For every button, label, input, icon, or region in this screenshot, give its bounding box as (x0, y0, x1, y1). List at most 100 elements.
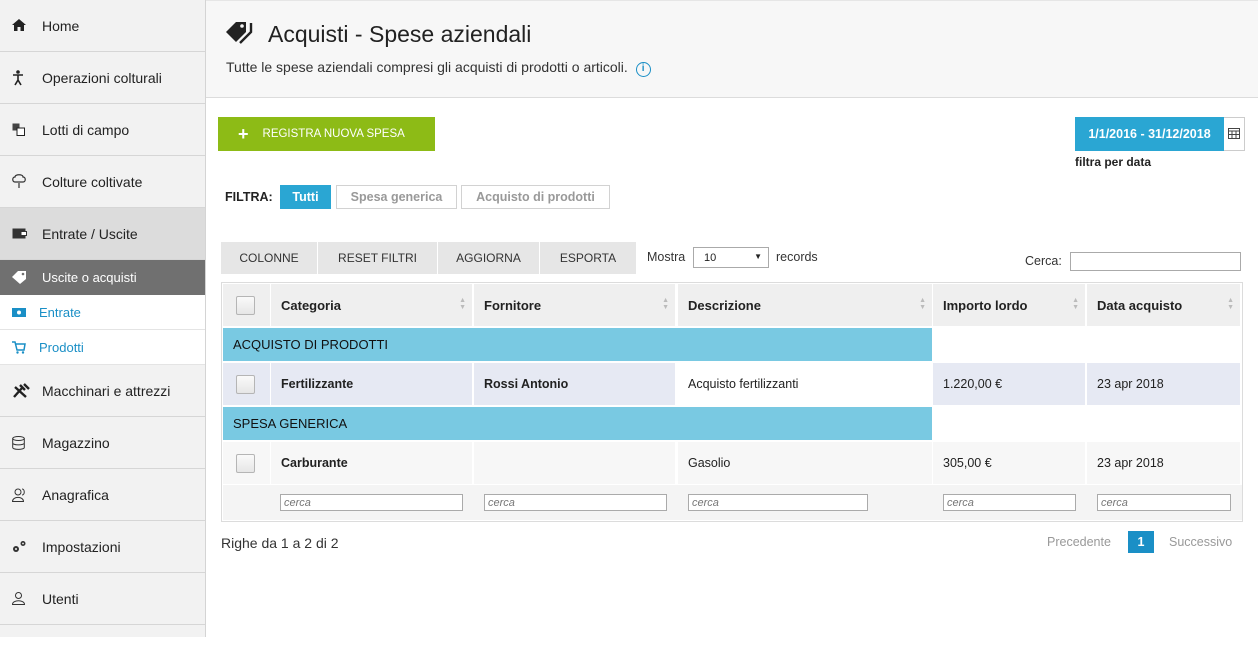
row-select-cell (223, 363, 270, 405)
select-all-cell (223, 284, 270, 326)
calendar-button[interactable] (1224, 117, 1245, 151)
tag-icon (226, 21, 256, 48)
sort-icon: ▲ ▼ (459, 297, 466, 311)
cell-data: 23 apr 2018 (1087, 442, 1240, 484)
current-page-button[interactable]: 1 (1128, 531, 1154, 553)
page-size-value: 10 (704, 251, 717, 264)
sidebar-item-home[interactable]: Home (0, 0, 205, 52)
column-header-categoria[interactable]: Categoria ▲ ▼ (271, 284, 472, 326)
column-header-importo[interactable]: Importo lordo ▲ ▼ (933, 284, 1085, 326)
money-icon (12, 307, 39, 317)
sidebar-item-label: Utenti (42, 590, 79, 607)
sort-icon: ▲ ▼ (1227, 297, 1234, 311)
sidebar-item-colture-coltivate[interactable]: Colture coltivate (0, 156, 205, 208)
sidebar-subitem-prodotti[interactable]: Prodotti (0, 330, 205, 365)
sidebar-item-entrate-uscite[interactable]: Entrate / Uscite (0, 208, 205, 260)
filter-chip-spesa-generica[interactable]: Spesa generica (336, 185, 457, 209)
row-checkbox[interactable] (236, 374, 255, 394)
filter-chip-acquisto-prodotti[interactable]: Acquisto di prodotti (461, 185, 610, 209)
sidebar-subitem-uscite-o-acquisti[interactable]: Uscite o acquisti (0, 260, 205, 295)
show-label: Mostra (647, 250, 686, 264)
cell-importo: 305,00 € (933, 442, 1085, 484)
cell-descrizione: Gasolio (678, 442, 932, 484)
export-button[interactable]: ESPORTA (540, 242, 637, 274)
sort-icon: ▲ ▼ (919, 297, 926, 311)
sidebar-item-macchinari[interactable]: Macchinari e attrezzi (0, 365, 205, 417)
new-expense-button[interactable]: + REGISTRA NUOVA SPESA (218, 117, 435, 151)
sidebar-item-anagrafica[interactable]: Anagrafica (0, 469, 205, 521)
column-header-fornitore[interactable]: Fornitore ▲ ▼ (474, 284, 675, 326)
cell-fornitore (474, 442, 675, 484)
sort-icon: ▲ ▼ (662, 297, 669, 311)
select-all-checkbox[interactable] (236, 295, 255, 315)
next-page-button[interactable]: Successivo (1169, 535, 1232, 549)
filter-input-descrizione[interactable] (688, 494, 868, 511)
filter-chip-tutti[interactable]: Tutti (280, 185, 331, 209)
calendar-icon (1228, 127, 1240, 142)
user-icon (12, 592, 42, 605)
sort-icon: ▲ ▼ (1072, 297, 1079, 311)
search-input[interactable] (1070, 252, 1241, 271)
sidebar-subitem-entrate[interactable]: Entrate (0, 295, 205, 330)
filter-input-data[interactable] (1097, 494, 1231, 511)
row-checkbox[interactable] (236, 453, 255, 473)
sidebar-item-label: Operazioni colturali (42, 69, 162, 86)
sidebar-item-impostazioni[interactable]: Impostazioni (0, 521, 205, 573)
plus-icon: + (238, 124, 249, 144)
sidebar-item-label: Macchinari e attrezzi (42, 382, 171, 399)
page-subtitle-text: Tutte le spese aziendali compresi gli ac… (226, 59, 628, 75)
sidebar-subitem-label: Entrate (39, 304, 81, 320)
sidebar-item-label: Magazzino (42, 434, 110, 451)
column-header-label: Categoria (281, 297, 341, 313)
cell-fornitore: Rossi Antonio (474, 363, 675, 405)
sidebar-item-lotti-di-campo[interactable]: Lotti di campo (0, 104, 205, 156)
sidebar: Home Operazioni colturali Lotti di campo… (0, 0, 206, 637)
group-header: ACQUISTO DI PRODOTTI (223, 328, 932, 361)
previous-page-button[interactable]: Precedente (1047, 535, 1111, 549)
sidebar-item-magazzino[interactable]: Magazzino (0, 417, 205, 469)
sidebar-item-label: Home (42, 17, 80, 34)
filter-input-categoria[interactable] (280, 494, 463, 511)
rows-info: Righe da 1 a 2 di 2 (221, 535, 339, 551)
sidebar-item-label: Entrate / Uscite (42, 225, 138, 242)
column-header-label: Descrizione (688, 297, 761, 313)
info-icon[interactable]: i (635, 62, 651, 77)
tag-icon (12, 271, 42, 284)
date-range-button[interactable]: 1/1/2016 - 31/12/2018 (1075, 117, 1224, 151)
wallet-icon (12, 228, 42, 239)
reset-filters-button[interactable]: RESET FILTRI (318, 242, 438, 274)
records-label: records (776, 250, 818, 264)
search-label: Cerca: (1025, 254, 1062, 268)
page-header: Acquisti - Spese aziendali Tutte le spes… (206, 0, 1258, 98)
refresh-button[interactable]: AGGIORNA (438, 242, 540, 274)
new-expense-label: REGISTRA NUOVA SPESA (262, 128, 405, 140)
sidebar-item-label: Impostazioni (42, 538, 121, 555)
filter-label: FILTRA: (225, 190, 273, 204)
page-size-select[interactable]: 10 ▼ (693, 247, 769, 268)
filter-input-importo[interactable] (943, 494, 1076, 511)
sidebar-item-label: Anagrafica (42, 486, 109, 503)
layers-icon (12, 123, 42, 136)
cell-categoria: Fertilizzante (271, 363, 472, 405)
page-title: Acquisti - Spese aziendali (268, 21, 532, 47)
page-subtitle: Tutte le spese aziendali compresi gli ac… (226, 59, 651, 77)
cart-icon (12, 340, 39, 354)
sidebar-item-utenti[interactable]: Utenti (0, 573, 205, 625)
person-icon (12, 69, 42, 86)
filter-input-fornitore[interactable] (484, 494, 667, 511)
row-select-cell (223, 442, 270, 484)
column-header-data[interactable]: Data acquisto ▲ ▼ (1087, 284, 1240, 326)
column-header-descrizione[interactable]: Descrizione ▲ ▼ (678, 284, 932, 326)
table-toolbar: COLONNE RESET FILTRI AGGIORNA ESPORTA (221, 242, 637, 274)
database-icon (12, 435, 42, 450)
columns-button[interactable]: COLONNE (221, 242, 318, 274)
column-header-label: Fornitore (484, 297, 542, 313)
column-header-label: Importo lordo (943, 297, 1028, 313)
tools-icon (12, 383, 42, 398)
home-icon (12, 19, 42, 32)
sidebar-item-operazioni-colturali[interactable]: Operazioni colturali (0, 52, 205, 104)
settings-icon (12, 540, 42, 553)
cell-data: 23 apr 2018 (1087, 363, 1240, 405)
date-filter-note: filtra per data (1075, 155, 1152, 169)
plant-icon (12, 174, 42, 189)
